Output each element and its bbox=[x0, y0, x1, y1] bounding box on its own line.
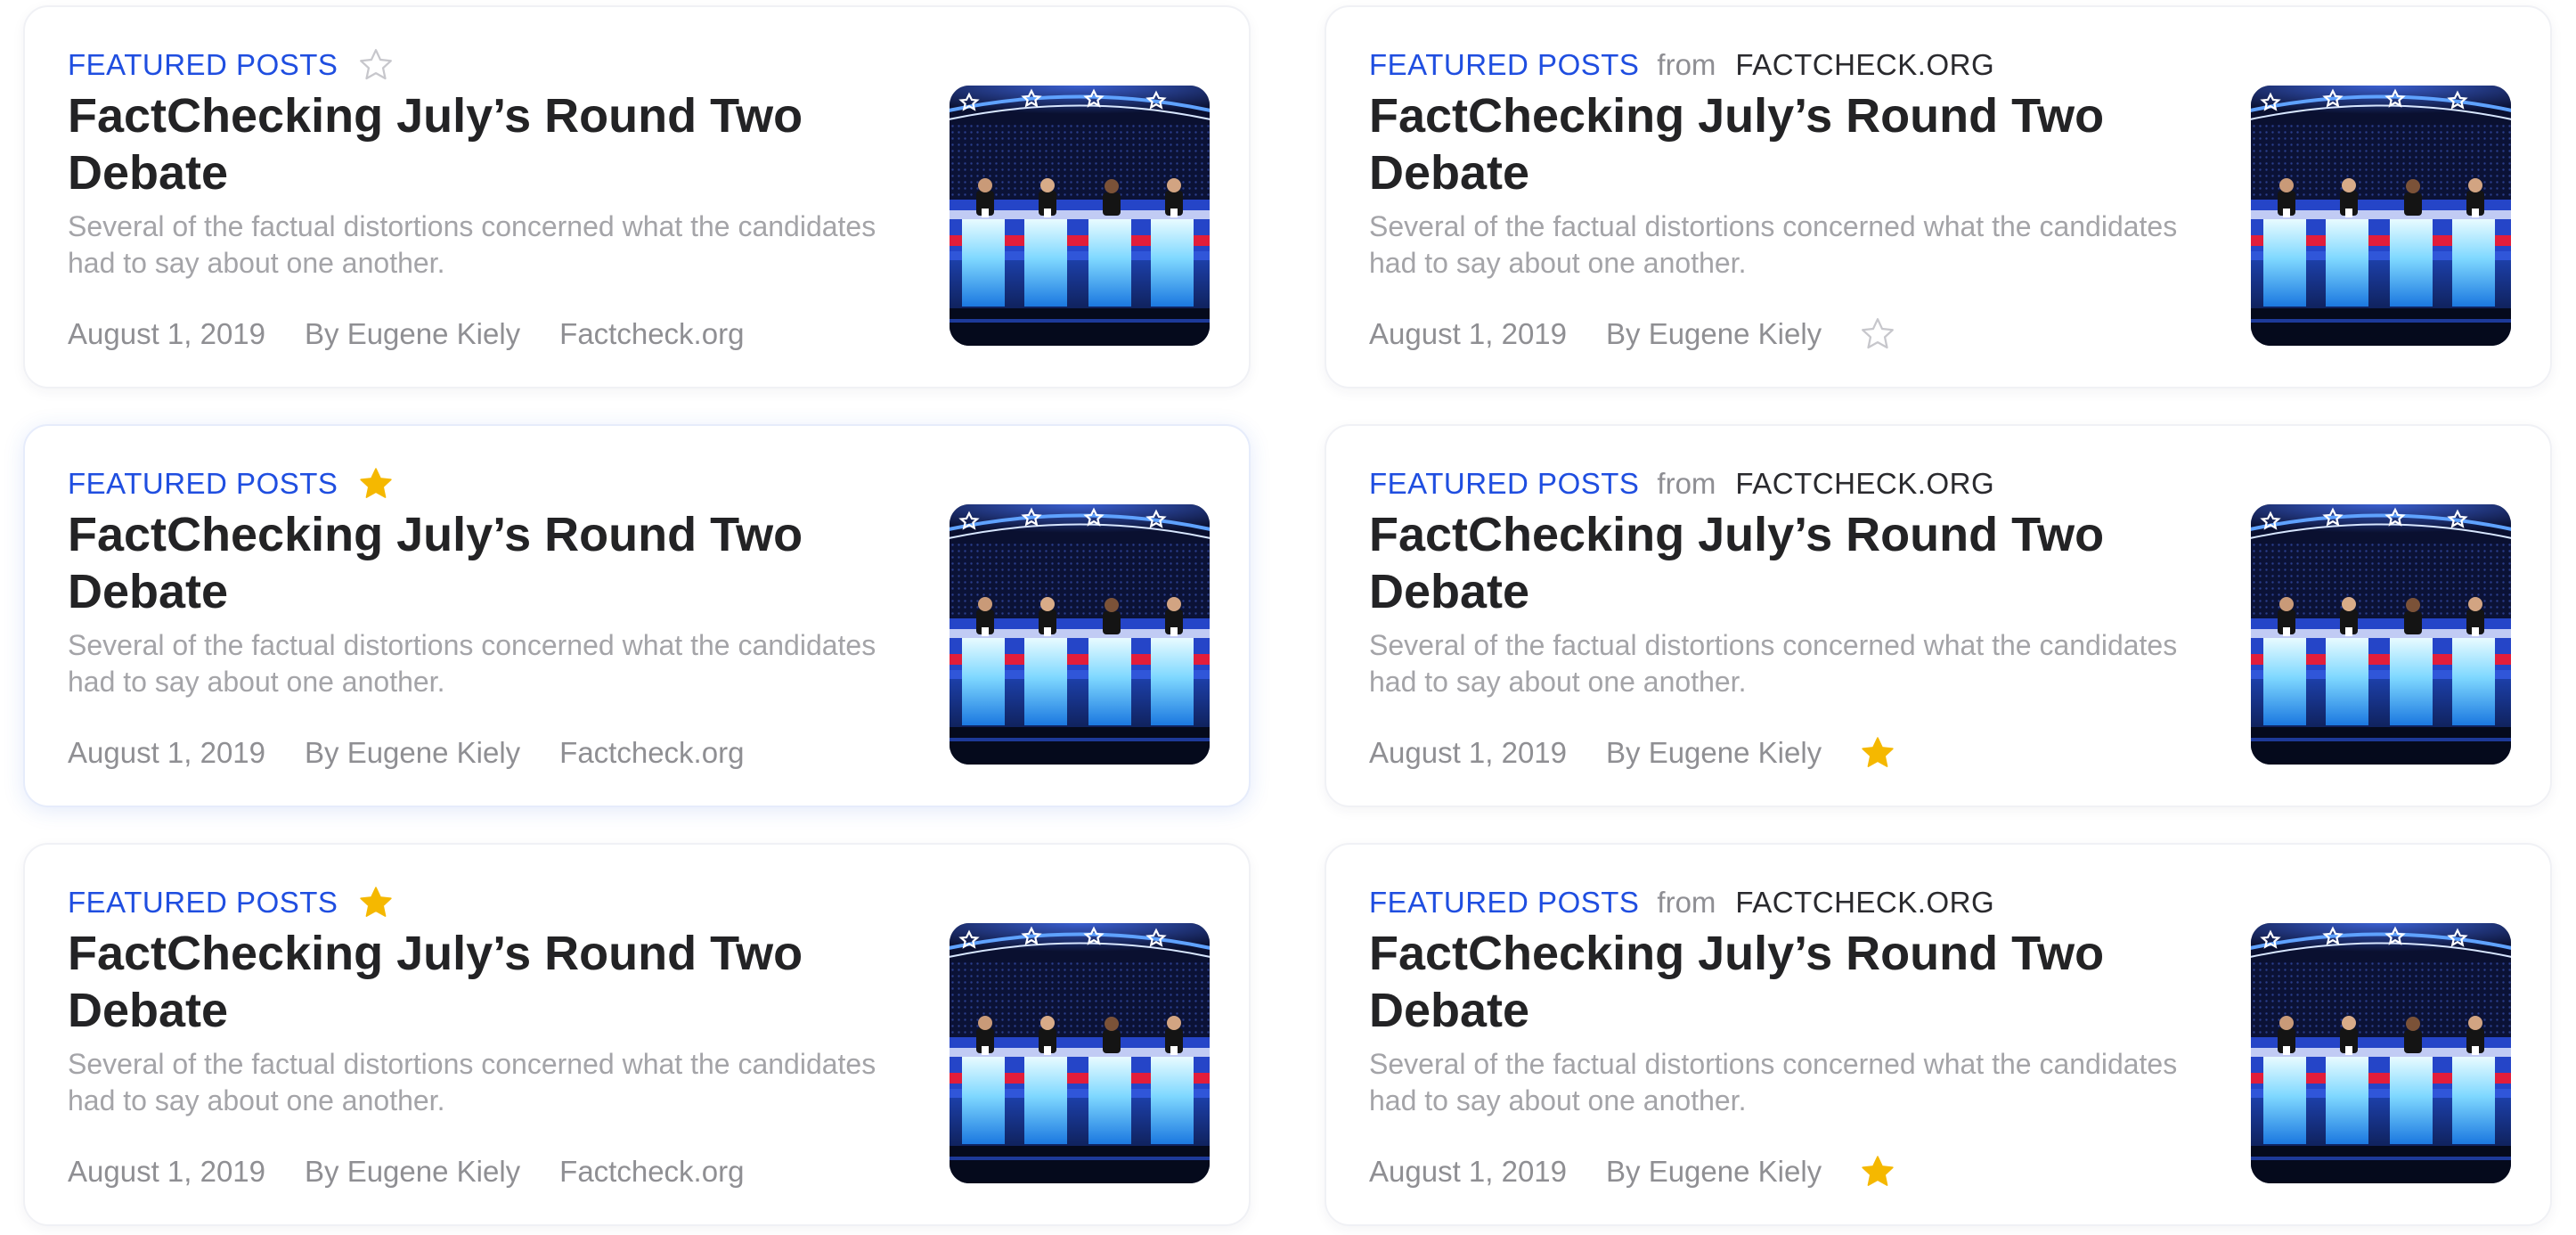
post-card[interactable]: FEATURED POSTS from FACTCHECK.ORG FactCh… bbox=[1325, 5, 2552, 388]
post-card[interactable]: FEATURED POSTS FactChecking July’s Round… bbox=[23, 843, 1251, 1226]
post-date: August 1, 2019 bbox=[1369, 1155, 1568, 1188]
kicker: FEATURED POSTS bbox=[68, 462, 395, 506]
post-meta: August 1, 2019 By Eugene Kiely Factcheck… bbox=[68, 732, 744, 773]
post-excerpt: Several of the factual distortions conce… bbox=[1369, 629, 2178, 698]
post-meta: August 1, 2019 By Eugene Kiely bbox=[1369, 732, 1896, 773]
post-source[interactable]: Factcheck.org bbox=[559, 317, 744, 351]
featured-posts-label[interactable]: FEATURED POSTS bbox=[1369, 467, 1639, 501]
post-title[interactable]: FactChecking July’s Round Two Debate bbox=[68, 506, 852, 620]
post-date: August 1, 2019 bbox=[68, 1155, 266, 1188]
star-outline-icon[interactable] bbox=[357, 46, 395, 84]
post-source[interactable]: Factcheck.org bbox=[559, 736, 744, 770]
post-meta: August 1, 2019 By Eugene Kiely bbox=[1369, 1151, 1896, 1192]
post-excerpt: Several of the factual distortions conce… bbox=[68, 629, 876, 698]
post-title[interactable]: FactChecking July’s Round Two Debate bbox=[68, 87, 852, 201]
post-title[interactable]: FactChecking July’s Round Two Debate bbox=[1369, 925, 2153, 1039]
star-filled-icon[interactable] bbox=[1859, 1153, 1896, 1190]
from-label: from bbox=[1657, 467, 1716, 500]
post-card[interactable]: FEATURED POSTS FactChecking July’s Round… bbox=[23, 5, 1251, 388]
post-meta: August 1, 2019 By Eugene Kiely Factcheck… bbox=[68, 1151, 744, 1192]
featured-posts-label[interactable]: FEATURED POSTS bbox=[68, 886, 338, 920]
kicker: FEATURED POSTS from FACTCHECK.ORG bbox=[1369, 462, 1994, 506]
post-card[interactable]: FEATURED POSTS FactChecking July’s Round… bbox=[23, 424, 1251, 807]
post-title[interactable]: FactChecking July’s Round Two Debate bbox=[1369, 506, 2153, 620]
star-filled-icon[interactable] bbox=[1859, 734, 1896, 772]
post-author[interactable]: By Eugene Kiely bbox=[1606, 317, 1822, 351]
debate-stage-image bbox=[950, 86, 1210, 346]
post-thumbnail[interactable] bbox=[2251, 504, 2511, 765]
post-thumbnail[interactable] bbox=[950, 923, 1210, 1183]
kicker: FEATURED POSTS from FACTCHECK.ORG bbox=[1369, 43, 1994, 87]
post-date: August 1, 2019 bbox=[1369, 736, 1568, 769]
star-outline-icon[interactable] bbox=[1859, 315, 1896, 353]
featured-posts-label[interactable]: FEATURED POSTS bbox=[1369, 886, 1639, 920]
post-thumbnail[interactable] bbox=[950, 86, 1210, 346]
kicker: FEATURED POSTS bbox=[68, 880, 395, 925]
post-meta: August 1, 2019 By Eugene Kiely Factcheck… bbox=[68, 314, 744, 355]
featured-posts-label[interactable]: FEATURED POSTS bbox=[1369, 48, 1639, 82]
post-excerpt: Several of the factual distortions conce… bbox=[68, 210, 876, 279]
post-excerpt: Several of the factual distortions conce… bbox=[1369, 1048, 2178, 1116]
star-filled-icon[interactable] bbox=[357, 884, 395, 921]
post-title[interactable]: FactChecking July’s Round Two Debate bbox=[68, 925, 852, 1039]
from-label: from bbox=[1657, 48, 1716, 81]
star-filled-icon[interactable] bbox=[357, 465, 395, 503]
post-author[interactable]: By Eugene Kiely bbox=[305, 317, 520, 351]
post-title[interactable]: FactChecking July’s Round Two Debate bbox=[1369, 87, 2153, 201]
post-card[interactable]: FEATURED POSTS from FACTCHECK.ORG FactCh… bbox=[1325, 424, 2552, 807]
debate-stage-image bbox=[950, 504, 1210, 765]
post-meta: August 1, 2019 By Eugene Kiely bbox=[1369, 314, 1896, 355]
debate-stage-image bbox=[950, 923, 1210, 1183]
post-thumbnail[interactable] bbox=[2251, 86, 2511, 346]
post-author[interactable]: By Eugene Kiely bbox=[1606, 1155, 1822, 1189]
post-thumbnail[interactable] bbox=[2251, 923, 2511, 1183]
kicker: FEATURED POSTS from FACTCHECK.ORG bbox=[1369, 880, 1994, 925]
post-excerpt: Several of the factual distortions conce… bbox=[68, 1048, 876, 1116]
post-author[interactable]: By Eugene Kiely bbox=[305, 1155, 520, 1189]
post-date: August 1, 2019 bbox=[1369, 317, 1568, 350]
post-thumbnail[interactable] bbox=[950, 504, 1210, 765]
post-excerpt: Several of the factual distortions conce… bbox=[1369, 210, 2178, 279]
source-name[interactable]: FACTCHECK.ORG bbox=[1735, 886, 1994, 920]
source-name[interactable]: FACTCHECK.ORG bbox=[1735, 48, 1994, 82]
source-name[interactable]: FACTCHECK.ORG bbox=[1735, 467, 1994, 501]
featured-posts-label[interactable]: FEATURED POSTS bbox=[68, 48, 338, 82]
post-author[interactable]: By Eugene Kiely bbox=[305, 736, 520, 770]
post-author[interactable]: By Eugene Kiely bbox=[1606, 736, 1822, 770]
kicker: FEATURED POSTS bbox=[68, 43, 395, 87]
from-label: from bbox=[1657, 886, 1716, 919]
post-date: August 1, 2019 bbox=[68, 736, 266, 769]
featured-posts-label[interactable]: FEATURED POSTS bbox=[68, 467, 338, 501]
post-card-grid: FEATURED POSTS FactChecking July’s Round… bbox=[0, 0, 2576, 1235]
post-source[interactable]: Factcheck.org bbox=[559, 1155, 744, 1189]
post-card[interactable]: FEATURED POSTS from FACTCHECK.ORG FactCh… bbox=[1325, 843, 2552, 1226]
debate-stage-image bbox=[2251, 86, 2511, 346]
post-date: August 1, 2019 bbox=[68, 317, 266, 350]
debate-stage-image bbox=[2251, 923, 2511, 1183]
debate-stage-image bbox=[2251, 504, 2511, 765]
